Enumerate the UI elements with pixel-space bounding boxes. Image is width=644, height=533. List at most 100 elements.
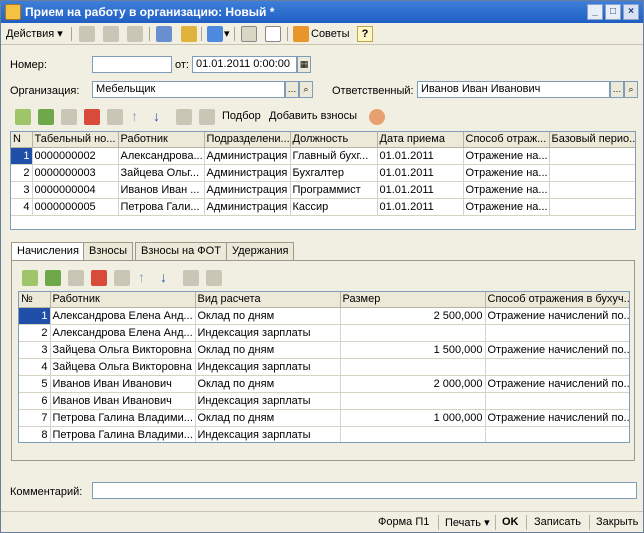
form-p1-button[interactable]: Форма П1 — [378, 516, 429, 528]
table-cell[interactable]: Петрова Гали... — [118, 198, 205, 216]
column-header[interactable]: Базовый перио... — [549, 132, 635, 148]
table-cell[interactable]: Администрация — [204, 164, 291, 182]
table-cell[interactable] — [340, 392, 486, 410]
table-cell[interactable]: Программист — [290, 181, 378, 199]
table-cell[interactable]: Иванов Иван Иванович — [50, 375, 196, 393]
delete-row-icon[interactable] — [84, 109, 100, 125]
table-cell[interactable]: Зайцева Ольг... — [118, 164, 205, 182]
table-cell[interactable] — [340, 324, 486, 342]
maximize-button[interactable]: □ — [605, 4, 621, 20]
table-cell[interactable]: 5 — [19, 375, 51, 393]
table-cell[interactable]: 01.01.2011 — [377, 181, 464, 199]
table-cell[interactable]: Главный бухг... — [290, 147, 378, 165]
movements-icon[interactable] — [127, 26, 143, 42]
table-cell[interactable]: 7 — [19, 409, 51, 427]
employee-row[interactable]: 1 0000000002 Александрова... Администрация Г… — [11, 147, 635, 165]
column-header[interactable]: Вид расчета — [195, 292, 341, 308]
organization-field[interactable]: Мебельщик — [92, 81, 285, 98]
column-header[interactable]: № — [19, 292, 51, 308]
close-button[interactable]: Закрыть — [596, 516, 638, 528]
copy-row-icon[interactable] — [45, 270, 61, 286]
table-cell[interactable]: Отражение на... — [463, 147, 550, 165]
table-cell[interactable]: Александрова Елена Анд... — [50, 307, 196, 325]
table-cell[interactable] — [485, 426, 629, 442]
table-cell[interactable]: Александрова Елена Анд... — [50, 324, 196, 342]
table-cell[interactable]: Индексация зарплаты — [195, 324, 341, 342]
table-cell[interactable]: 1 000,000 — [340, 409, 486, 427]
table-cell[interactable] — [340, 358, 486, 376]
table-cell[interactable]: Зайцева Ольга Викторовна — [50, 341, 196, 359]
table-cell[interactable]: Индексация зарплаты — [195, 358, 341, 376]
column-header[interactable]: Способ отражения в бухуч... — [485, 292, 629, 308]
table-cell[interactable] — [549, 198, 635, 216]
calendar-icon[interactable]: ▦ — [297, 56, 311, 73]
accrual-row[interactable]: 5 Иванов Иван Иванович Оклад по дням 2 000,… — [19, 375, 629, 393]
table-cell[interactable] — [549, 164, 635, 182]
table-cell[interactable]: 0000000002 — [32, 147, 119, 165]
accrual-row[interactable]: 7 Петрова Галина Владими... Оклад по дням 1… — [19, 409, 629, 427]
table-cell[interactable]: 3 — [19, 341, 51, 359]
enter-based-on-icon[interactable] — [156, 26, 172, 42]
print-button[interactable]: Печать ▾ — [445, 516, 490, 529]
column-header[interactable]: Должность — [290, 132, 378, 148]
column-header[interactable]: Работник — [118, 132, 205, 148]
table-cell[interactable]: 2 000,000 — [340, 375, 486, 393]
responsible-search-icon[interactable]: ⌕ — [624, 81, 638, 98]
table-cell[interactable]: Иванов Иван Иванович — [50, 392, 196, 410]
tips-button[interactable]: Советы — [311, 26, 349, 42]
responsible-select-button[interactable]: … — [610, 81, 624, 98]
table-cell[interactable]: Индексация зарплаты — [195, 392, 341, 410]
table-cell[interactable]: 3 — [11, 181, 33, 199]
unpost-document-icon[interactable] — [103, 26, 119, 42]
table-cell[interactable]: 1 — [19, 307, 51, 325]
table-cell[interactable] — [485, 392, 629, 410]
sort-asc-icon[interactable] — [176, 109, 192, 125]
minimize-button[interactable]: _ — [587, 4, 603, 20]
number-field[interactable] — [92, 56, 172, 73]
add-contributions-button[interactable]: Добавить взносы — [269, 108, 357, 124]
comment-field[interactable] — [92, 482, 637, 499]
sort-asc-icon[interactable] — [183, 270, 199, 286]
date-field[interactable]: 01.01.2011 0:00:00 — [192, 56, 297, 73]
go-to-icon[interactable] — [207, 26, 223, 42]
add-row-icon[interactable] — [15, 109, 31, 125]
employee-row[interactable]: 3 0000000004 Иванов Иван ... Администрация П… — [11, 181, 635, 199]
column-header[interactable]: Подразделени... — [204, 132, 291, 148]
table-cell[interactable]: Петрова Галина Владими... — [50, 426, 196, 442]
accrual-row[interactable]: 6 Иванов Иван Иванович Индексация зарплаты — [19, 392, 629, 410]
actions-menu[interactable]: Действия ▾ — [6, 26, 63, 42]
tab-deductions[interactable]: Удержания — [226, 242, 295, 261]
table-cell[interactable]: Индексация зарплаты — [195, 426, 341, 442]
accrual-row[interactable]: 8 Петрова Галина Владими... Индексация зар… — [19, 426, 629, 442]
column-header[interactable]: Работник — [50, 292, 196, 308]
table-cell[interactable]: 2 — [11, 164, 33, 182]
save-button[interactable]: Записать — [534, 516, 581, 528]
column-header[interactable]: Дата приема — [377, 132, 464, 148]
accrual-row[interactable]: 4 Зайцева Ольга Викторовна Индексация зарп… — [19, 358, 629, 376]
accrual-row[interactable]: 2 Александрова Елена Анд... Индексация зар… — [19, 324, 629, 342]
table-cell[interactable] — [549, 181, 635, 199]
employee-row[interactable]: 4 0000000005 Петрова Гали... Администрация К… — [11, 198, 635, 216]
post-document-icon[interactable] — [79, 26, 95, 42]
table-cell[interactable]: Оклад по дням — [195, 341, 341, 359]
table-cell[interactable] — [485, 324, 629, 342]
table-cell[interactable]: Бухгалтер — [290, 164, 378, 182]
tab-contributions[interactable]: Взносы — [83, 242, 133, 261]
table-cell[interactable]: Администрация — [204, 198, 291, 216]
table-cell[interactable]: 01.01.2011 — [377, 198, 464, 216]
table-cell[interactable]: Отражение на... — [463, 198, 550, 216]
table-cell[interactable]: 1 — [11, 147, 33, 165]
sort-desc-icon[interactable] — [199, 109, 215, 125]
move-down-icon[interactable]: ↓ — [160, 269, 167, 285]
table-cell[interactable]: Отражение на... — [463, 164, 550, 182]
table-cell[interactable] — [485, 358, 629, 376]
table-cell[interactable]: 4 — [11, 198, 33, 216]
delete-row-icon[interactable] — [91, 270, 107, 286]
table-cell[interactable]: 01.01.2011 — [377, 147, 464, 165]
copy-row-icon[interactable] — [38, 109, 54, 125]
table-cell[interactable]: Оклад по дням — [195, 375, 341, 393]
table-cell[interactable]: Зайцева Ольга Викторовна — [50, 358, 196, 376]
table-cell[interactable]: 6 — [19, 392, 51, 410]
employee-row[interactable]: 2 0000000003 Зайцева Ольг... Администрация Б… — [11, 164, 635, 182]
add-row-icon[interactable] — [22, 270, 38, 286]
